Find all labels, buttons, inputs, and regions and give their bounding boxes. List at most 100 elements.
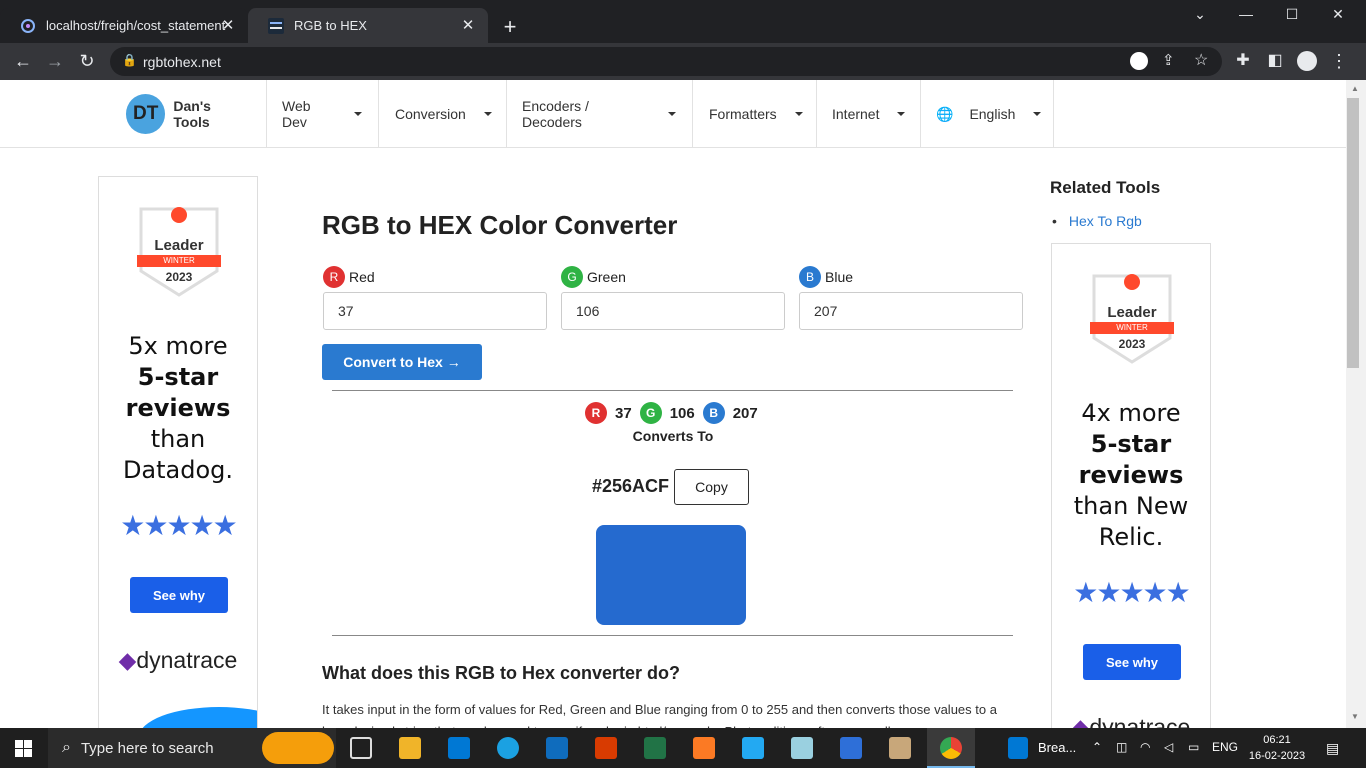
clock-time: 06:21 (1263, 734, 1291, 746)
extensions-icon[interactable]: ✚ (1232, 51, 1254, 71)
ad-bold-line: reviews (125, 394, 231, 422)
close-window-button[interactable]: ✕ (1315, 6, 1361, 23)
back-icon[interactable]: ← (12, 51, 34, 71)
nav-language[interactable]: 🌐 English (920, 80, 1054, 148)
close-tab-icon[interactable]: ✕ (220, 16, 236, 34)
nav-label: English (969, 106, 1016, 122)
windows-start-icon[interactable] (15, 740, 32, 757)
badge-season: WINTER (1116, 323, 1148, 332)
side-panel-icon[interactable]: ◧ (1264, 51, 1286, 71)
wifi-icon[interactable]: ◠ (1140, 740, 1150, 754)
nav-formatters[interactable]: Formatters (693, 80, 817, 148)
scroll-down-icon[interactable]: ▼ (1351, 712, 1359, 721)
scroll-up-icon[interactable]: ▲ (1351, 84, 1359, 93)
google-icon[interactable] (1130, 52, 1148, 70)
site-logo[interactable]: DT Dan's Tools (110, 80, 267, 148)
convert-to-hex-button[interactable]: Convert to Hex → (322, 344, 482, 380)
ad-bold-line: 5-star (137, 363, 219, 391)
green-input[interactable]: 106 (561, 292, 785, 330)
vscode-icon[interactable] (742, 737, 764, 759)
language-indicator[interactable]: ENG (1212, 740, 1238, 754)
volume-icon[interactable]: ◁ (1164, 740, 1173, 754)
weather-text[interactable]: Brea... (1038, 740, 1076, 755)
copy-button[interactable]: Copy (674, 469, 749, 505)
clock[interactable]: 06:21 16-02-2023 (1248, 732, 1306, 764)
nav-internet[interactable]: Internet (816, 80, 921, 148)
nav-label: Web Dev (282, 98, 311, 130)
excel-icon[interactable] (644, 737, 666, 759)
blue-label: B Blue (799, 266, 853, 288)
see-why-button[interactable]: See why (130, 577, 228, 613)
widgets-icon[interactable] (1008, 737, 1028, 759)
file-explorer-icon[interactable] (399, 737, 421, 759)
chrome-taskbar-button[interactable] (927, 728, 975, 768)
minimize-button[interactable]: — (1223, 6, 1269, 22)
ad-headline: 5x more 5-star reviews than Datadog. (99, 331, 257, 486)
logo-badge: DT (126, 94, 166, 134)
section-title: What does this RGB to Hex converter do? (322, 663, 681, 683)
forward-icon[interactable]: → (44, 51, 66, 71)
blue-input[interactable]: 207 (799, 292, 1023, 330)
tab-title: localhost/freigh/cost_statement (46, 18, 226, 33)
maximize-button[interactable]: ☐ (1269, 6, 1315, 23)
clock-date: 16-02-2023 (1248, 750, 1306, 762)
store-icon[interactable] (448, 737, 470, 759)
address-bar[interactable]: 🔒 rgbtohex.net ⇪ ☆ (110, 47, 1222, 76)
ad-headline: 4x more 5-star reviews than New Relic. (1052, 398, 1210, 553)
notifications-icon[interactable]: ▤ (1326, 740, 1339, 757)
profile-avatar-icon[interactable] (1297, 51, 1317, 71)
blue-dot-icon: B (702, 402, 725, 424)
tray-chevron-icon[interactable]: ⌃ (1092, 740, 1102, 754)
label-text: Red (349, 269, 375, 285)
notepad-icon[interactable] (791, 737, 813, 759)
reload-icon[interactable]: ↻ (76, 51, 98, 71)
nav-encoders-decoders[interactable]: Encoders / Decoders (506, 80, 693, 148)
edge-icon[interactable] (497, 737, 519, 759)
ad-line: Datadog. (122, 456, 234, 484)
tab-rgb-to-hex[interactable]: RGB to HEX ✕ (248, 8, 488, 43)
menu-kebab-icon[interactable]: ⋮ (1328, 51, 1350, 71)
localhost-favicon-icon (21, 18, 35, 33)
related-link[interactable]: Hex To Rgb (1069, 213, 1142, 229)
bookmark-star-icon[interactable]: ☆ (1194, 50, 1208, 70)
five-stars-icon: ★★★★★ (1073, 577, 1191, 608)
office-icon[interactable] (595, 737, 617, 759)
tab-localhost[interactable]: localhost/freigh/cost_statement ✕ (0, 8, 248, 43)
battery-icon[interactable]: ▭ (1188, 740, 1199, 754)
xampp-icon[interactable] (693, 737, 715, 759)
result-red-value: 37 (615, 404, 632, 422)
ad-left[interactable]: Leader WINTER 2023 5x more 5-star review… (98, 176, 258, 728)
ad-decor (139, 707, 257, 728)
label-text: Green (587, 269, 626, 285)
red-input[interactable]: 37 (323, 292, 547, 330)
blue-dot-icon: B (799, 266, 821, 288)
related-tools-title: Related Tools (1050, 178, 1161, 197)
photos-icon[interactable] (840, 737, 862, 759)
related-item-hex-to-rgb[interactable]: • Hex To Rgb (1052, 213, 1142, 229)
task-view-icon[interactable] (350, 737, 372, 759)
search-highlight-image (262, 732, 334, 764)
new-tab-button[interactable]: + (500, 14, 520, 40)
badge-year: 2023 (165, 270, 193, 284)
scrollbar-thumb[interactable] (1347, 98, 1359, 368)
dynatrace-logo: ◆dynatrace (99, 647, 257, 674)
caret-down-icon (483, 112, 492, 116)
page-title: RGB to HEX Color Converter (322, 210, 678, 240)
nav-label: Formatters (709, 106, 777, 122)
hex-result: #256ACF (592, 476, 670, 496)
tab-search-icon[interactable]: ⌄ (1177, 6, 1223, 23)
share-icon[interactable]: ⇪ (1162, 51, 1175, 69)
ad-right[interactable]: Leader WINTER 2023 4x more 5-star review… (1051, 243, 1211, 728)
badge-title: Leader (1107, 304, 1157, 321)
caret-down-icon (354, 112, 362, 116)
lock-icon: 🔒 (122, 53, 137, 67)
see-why-button[interactable]: See why (1083, 644, 1181, 680)
nav-conversion[interactable]: Conversion (379, 80, 507, 148)
meet-now-icon[interactable]: ◫ (1116, 740, 1127, 754)
mail-icon[interactable] (546, 737, 568, 759)
result-blue-value: 207 (732, 404, 758, 422)
paint-icon[interactable] (889, 737, 911, 759)
close-tab-icon[interactable]: ✕ (460, 16, 476, 34)
taskbar-search[interactable]: ⌕ Type here to search (48, 728, 336, 768)
nav-web-dev[interactable]: Web Dev (266, 80, 379, 148)
